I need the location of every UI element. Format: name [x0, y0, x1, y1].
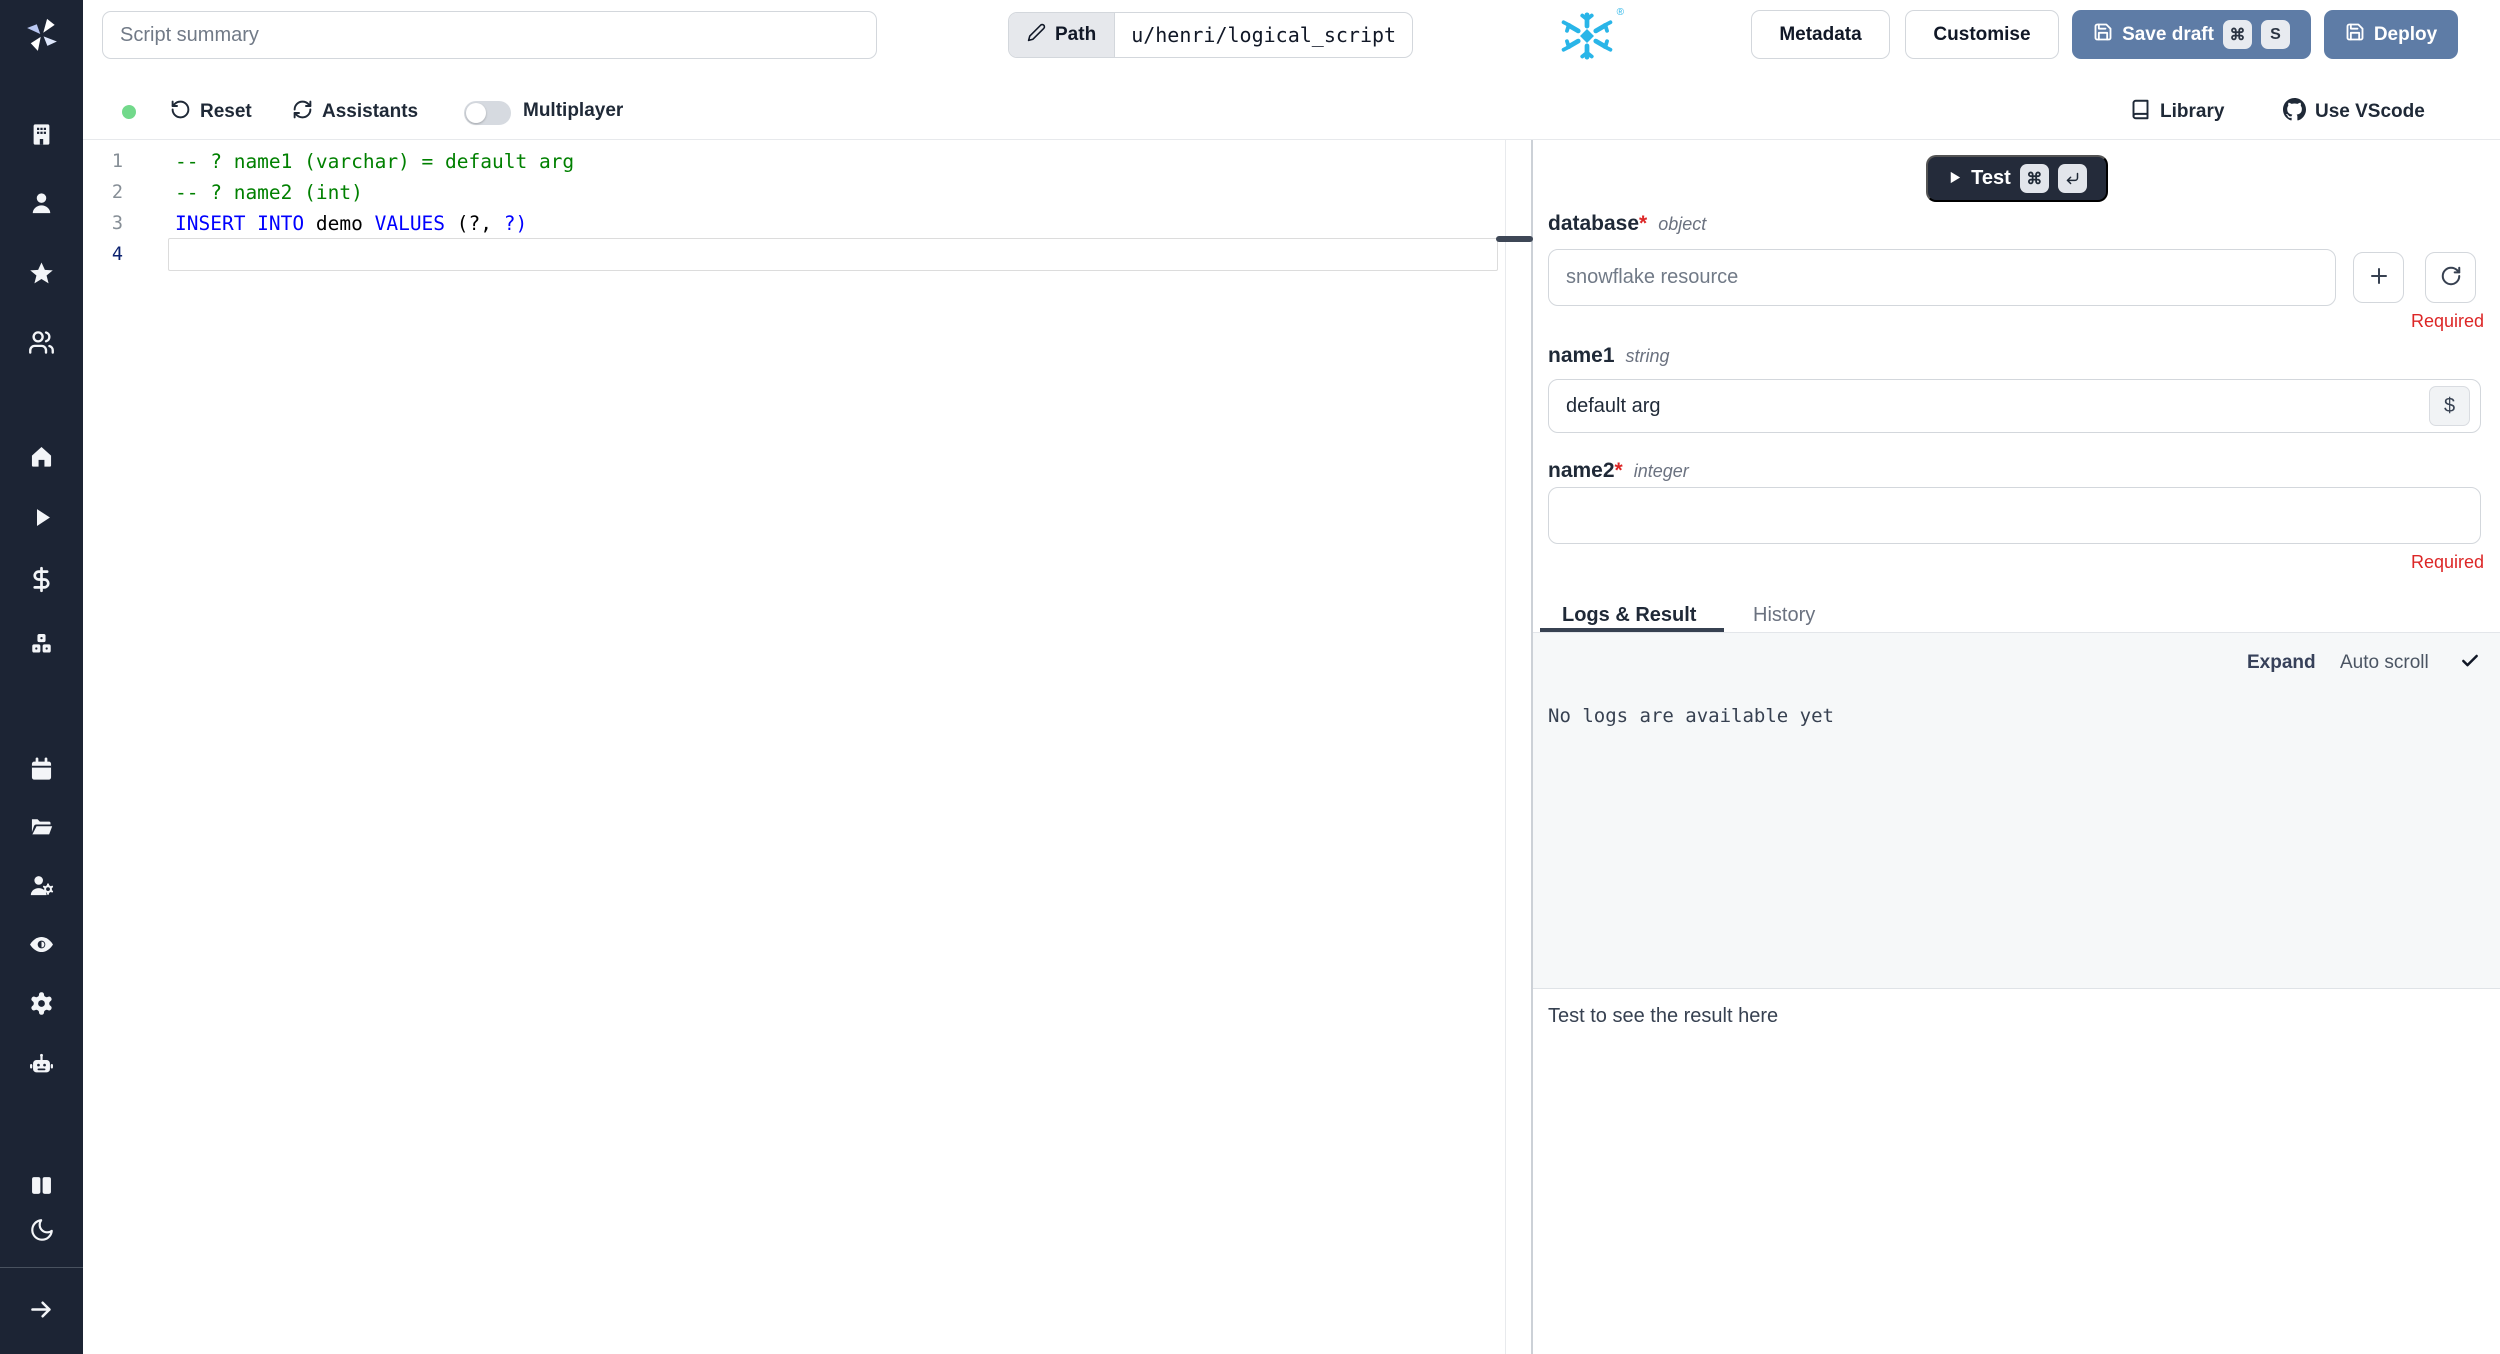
cmd-key: ⌘ [2019, 164, 2049, 193]
play-icon [1947, 170, 1962, 188]
result-divider [1533, 988, 2500, 989]
status-dot [122, 105, 136, 119]
book-icon [2130, 99, 2151, 126]
active-line-highlight [168, 238, 1498, 271]
logs-panel [1533, 633, 2500, 988]
book-open-icon[interactable] [0, 1172, 83, 1199]
editor-border [1505, 140, 1506, 1354]
save-icon [2345, 22, 2365, 48]
star-icon[interactable] [0, 260, 83, 287]
collapse-arrow-right-icon[interactable] [0, 1296, 83, 1323]
code-line: 1 -- ? name1 (varchar) = default arg [111, 150, 575, 173]
script-summary-input[interactable] [102, 11, 877, 59]
settings-gear-icon[interactable] [0, 990, 83, 1017]
tab-history[interactable]: History [1753, 604, 1815, 627]
code-line: 2 -- ? name2 (int) [111, 181, 363, 204]
field-label-name2: name2 * integer [1548, 459, 1689, 482]
dollar-sign-icon[interactable] [0, 566, 83, 593]
multiplayer-toggle[interactable] [464, 101, 511, 125]
library-button[interactable]: Library [2130, 97, 2224, 127]
autoscroll-toggle[interactable]: Auto scroll [2340, 652, 2429, 674]
add-resource-button[interactable] [2353, 252, 2404, 303]
customise-button[interactable]: Customise [1905, 10, 2059, 59]
user-icon[interactable] [0, 190, 83, 217]
sidebar-divider [0, 1267, 83, 1268]
assistants-button[interactable]: Assistants [292, 97, 418, 127]
moon-icon[interactable] [0, 1217, 83, 1243]
home-icon[interactable] [0, 443, 83, 470]
tab-logs-result[interactable]: Logs & Result [1562, 604, 1696, 627]
cmd-key: ⌘ [2222, 20, 2252, 49]
snowflake-logo-icon: ® [1560, 7, 1624, 65]
path-value: u/henri/logical_script [1131, 23, 1397, 47]
expand-button[interactable]: Expand [2247, 652, 2316, 674]
s-key: S [2260, 20, 2290, 49]
edit-path-button[interactable]: Path [1009, 13, 1116, 57]
save-draft-button[interactable]: Save draft ⌘ S [2072, 10, 2311, 59]
calendar-icon[interactable] [0, 756, 83, 783]
windmill-logo-icon[interactable] [0, 16, 83, 54]
use-vscode-button[interactable]: Use VScode [2283, 97, 2425, 127]
sidebar [0, 0, 83, 1354]
save-icon [2093, 22, 2113, 48]
eye-icon[interactable] [0, 931, 83, 958]
field-label-name1: name1 string [1548, 344, 1670, 367]
path-label: Path [1055, 24, 1097, 45]
toolbar-divider [83, 139, 2500, 140]
required-badge: Required [2410, 311, 2484, 331]
rotate-cw-icon [2440, 265, 2462, 290]
result-hint: Test to see the result here [1548, 1005, 1779, 1027]
panel-resize-handle[interactable] [1496, 236, 1533, 242]
bot-icon[interactable] [0, 1051, 83, 1078]
code-line: 3 INSERT INTO demo VALUES (?, ?) [111, 212, 528, 235]
boxes-icon[interactable] [0, 630, 83, 657]
refresh-icon [292, 99, 313, 126]
rotate-ccw-icon [170, 99, 191, 126]
path-control: Path u/henri/logical_script [1008, 12, 1414, 58]
users-icon[interactable] [0, 329, 83, 356]
enter-key-icon [2057, 164, 2087, 193]
reset-button[interactable]: Reset [170, 97, 252, 127]
name2-input[interactable] [1548, 487, 2481, 544]
play-icon[interactable] [0, 504, 83, 531]
deploy-button[interactable]: Deploy [2324, 10, 2458, 59]
check-icon[interactable] [2460, 651, 2480, 677]
plus-icon [2367, 264, 2391, 291]
refresh-resource-button[interactable] [2425, 252, 2476, 303]
required-badge: Required [2410, 552, 2484, 572]
name1-input[interactable] [1548, 379, 2481, 433]
metadata-button[interactable]: Metadata [1751, 10, 1890, 59]
variable-picker-button[interactable]: $ [2429, 386, 2470, 426]
database-input[interactable] [1548, 249, 2336, 306]
folder-open-icon[interactable] [0, 813, 83, 840]
pencil-icon [1027, 23, 1046, 48]
test-button[interactable]: Test ⌘ [1926, 155, 2108, 202]
user-cog-icon[interactable] [0, 872, 83, 899]
multiplayer-label: Multiplayer [523, 100, 624, 121]
building-icon[interactable] [0, 121, 83, 148]
logs-empty-message: No logs are available yet [1548, 705, 1834, 727]
field-label-database: database * object [1548, 212, 1707, 235]
github-icon [2283, 97, 2306, 127]
